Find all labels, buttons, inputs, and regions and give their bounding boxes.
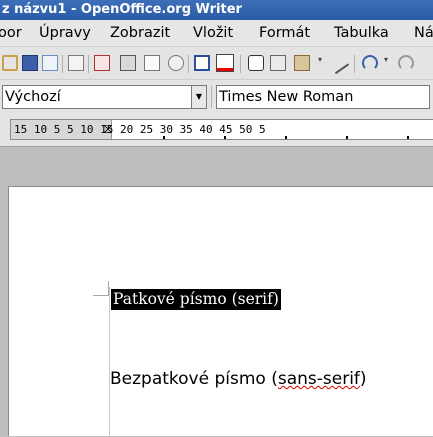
window-title: z názvu1 - OpenOffice.org Writer	[2, 2, 242, 17]
edit-file-icon[interactable]	[68, 55, 84, 71]
toolbar-separator	[211, 86, 212, 108]
tab-stop[interactable]	[407, 136, 409, 139]
copy-icon[interactable]	[270, 55, 286, 71]
email-icon[interactable]	[42, 55, 58, 71]
toolbar-separator	[62, 55, 63, 73]
sans-text-suffix: )	[359, 369, 367, 389]
menu-item-zobrazit[interactable]: Zobrazit	[110, 20, 170, 46]
menu-bar: oor Úpravy Zobrazit Vložit Formát Tabulk…	[0, 20, 433, 47]
tab-stop[interactable]	[285, 136, 287, 139]
menu-item-soubor[interactable]: oor	[0, 20, 22, 46]
menu-item-vlozit[interactable]: Vložit	[193, 20, 233, 46]
cut-icon[interactable]	[248, 55, 264, 71]
undo-dropdown-icon[interactable]: ▾	[384, 55, 392, 71]
text-boundary-corner	[93, 295, 109, 296]
formatting-toolbar: Výchozí ▼ Times New Roman	[0, 80, 433, 114]
spellcheck-icon[interactable]	[194, 55, 210, 71]
selected-serif-text[interactable]: Patkové písmo (serif)	[111, 289, 281, 310]
print-icon[interactable]	[120, 55, 136, 71]
paragraph-style-dropdown-button[interactable]: ▼	[191, 85, 207, 109]
undo-icon[interactable]	[362, 55, 378, 71]
chevron-down-icon: ▼	[195, 92, 203, 101]
format-paintbrush-icon[interactable]	[326, 51, 350, 75]
toolbar-separator	[188, 55, 189, 73]
font-name-combo[interactable]: Times New Roman	[216, 85, 430, 109]
export-pdf-icon[interactable]	[94, 55, 110, 71]
save-icon[interactable]	[22, 55, 38, 71]
redo-icon[interactable]	[398, 55, 414, 71]
toolbar-separator	[354, 55, 355, 73]
paste-dropdown-icon[interactable]: ▾	[318, 55, 326, 71]
paste-icon[interactable]	[294, 55, 310, 71]
misspelled-word[interactable]: sans-serif	[278, 369, 360, 389]
document-page[interactable]: Patkové písmo (serif) Bezpatkové písmo (…	[8, 186, 433, 437]
horizontal-ruler[interactable]: 15 10 5 5 10 15 20 25 30 35 40 45 50 5 ⧖	[10, 119, 433, 140]
page-preview-icon[interactable]	[144, 55, 160, 71]
menu-item-format[interactable]: Formát	[259, 20, 310, 46]
paragraph-style-combo[interactable]: Výchozí	[2, 85, 193, 109]
tab-stop[interactable]	[163, 136, 165, 139]
window-title-bar: z názvu1 - OpenOffice.org Writer	[0, 0, 433, 20]
ruler-scale: 15 10 5 5 10 15 20 25 30 35 40 45 50 5	[14, 123, 266, 136]
tab-stop[interactable]	[224, 136, 226, 139]
menu-item-nastroje[interactable]: Ná	[414, 20, 433, 46]
horizontal-ruler-bar: 15 10 5 5 10 15 20 25 30 35 40 45 50 5 ⧖	[0, 114, 433, 147]
text-boundary-line	[109, 287, 110, 437]
document-workspace: Patkové písmo (serif) Bezpatkové písmo (…	[0, 147, 433, 437]
open-icon[interactable]	[2, 55, 18, 71]
sans-serif-text-line[interactable]: Bezpatkové písmo (sans-serif)	[110, 367, 367, 391]
indent-marker-icon[interactable]: ⧖	[103, 122, 113, 136]
autospellcheck-icon[interactable]	[216, 54, 234, 72]
menu-item-upravy[interactable]: Úpravy	[39, 20, 91, 46]
zoom-icon[interactable]	[168, 55, 184, 71]
tab-stop[interactable]	[346, 136, 348, 139]
standard-toolbar: ▾ ▾	[0, 47, 433, 80]
sans-text-prefix: Bezpatkové písmo (	[110, 369, 278, 389]
toolbar-separator	[240, 55, 241, 73]
toolbar-separator	[88, 55, 89, 73]
menu-item-tabulka[interactable]: Tabulka	[334, 20, 389, 46]
